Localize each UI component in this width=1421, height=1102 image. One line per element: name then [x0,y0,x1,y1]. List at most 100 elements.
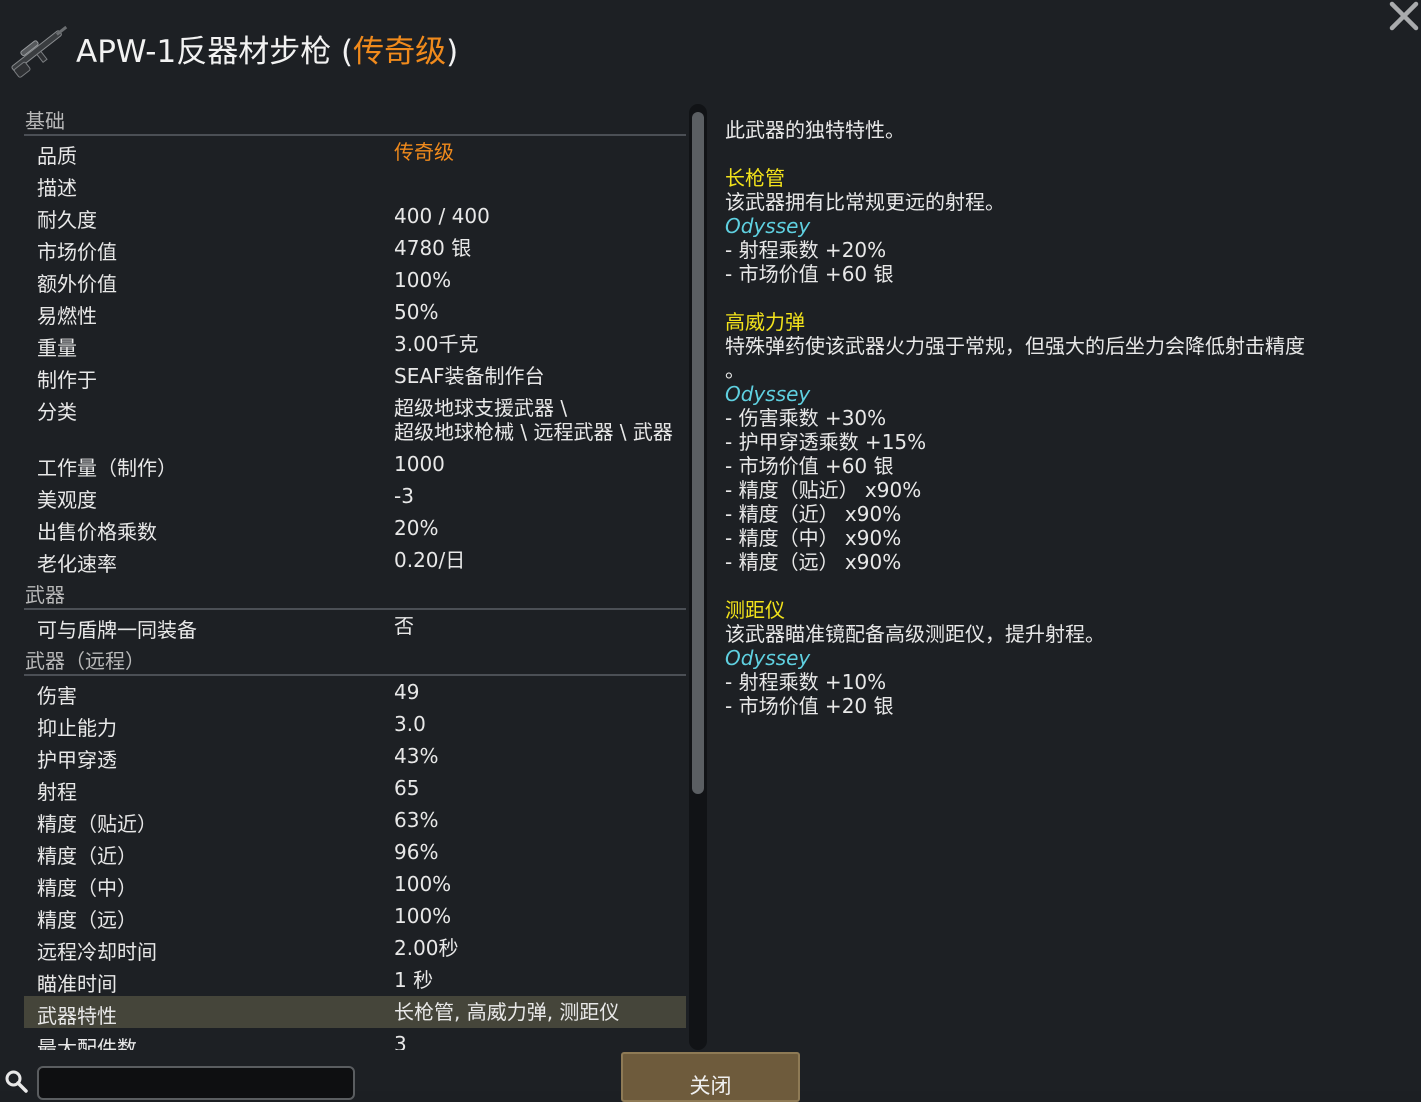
stat-label: 精度（中） [37,876,137,900]
title-main: APW-1反器材步枪 ( [76,34,354,70]
stat-value: 0.20/日 [394,548,465,572]
stat-value: 96% [394,840,438,864]
stat-label: 出售价格乘数 [37,520,157,544]
stat-value-line: SEAF装备制作台 [394,364,545,388]
stat-value-line: 100% [394,872,452,896]
trait-description: 该武器瞄准镜配备高级测距仪，提升射程。 [725,622,1105,646]
stat-label: 护甲穿透 [37,748,117,772]
stat-row[interactable]: 分类 超级地球支援武器 \ 超级地球枪械 \ 远程武器 \ 武器 [24,392,686,448]
stat-row[interactable]: 制作于 SEAF装备制作台 [24,360,686,392]
stat-row[interactable]: 额外价值 100% [24,264,686,296]
trait-modifier: - 市场价值 +20 银 [725,694,894,718]
stat-row[interactable]: 出售价格乘数 20% [24,512,686,544]
search-icon [5,1070,28,1093]
trait-modifier: - 精度（远） x90% [725,550,902,574]
trait-modifier: - 射程乘数 +10% [725,670,887,694]
stat-value-line: 20% [394,516,439,540]
stat-value: 否 [394,614,414,638]
stat-label: 瞄准时间 [37,972,117,996]
stats-list[interactable]: 基础品质 传奇级描述 耐久度 400 / 400 市场价值 4780 银额外价值 100% 易… [24,102,686,1050]
stat-value: 20% [394,516,438,540]
stat-row[interactable]: 远程冷却时间 2.00秒 [24,932,686,964]
stat-value: 100% [394,268,451,292]
category-label: 基础 [25,109,65,133]
stat-value: 50% [394,300,438,324]
stat-value: 3.00千克 [394,332,479,356]
stat-label: 制作于 [37,368,97,392]
stat-row[interactable]: 护甲穿透 43% [24,740,686,772]
stat-value-line: 2.00秒 [394,936,459,960]
stat-label: 描述 [37,176,77,200]
stat-row[interactable]: 易燃性 50% [24,296,686,328]
stats-scrollbar-thumb[interactable] [692,112,704,794]
trait-description: 特殊弹药使该武器火力强于常规，但强大的后坐力会降低射击精度 [725,334,1305,358]
stat-row[interactable]: 工作量（制作） 1000 [24,448,686,480]
stat-value-line: 1 秒 [394,968,434,992]
stat-label: 抑止能力 [37,716,117,740]
close-button[interactable]: 关闭 [621,1052,800,1102]
stat-row[interactable]: 精度（贴近） 63% [24,804,686,836]
stat-value: 65 [394,776,419,800]
stat-value: 43% [394,744,438,768]
trait-name: 高威力弹 [725,310,805,334]
stat-label: 精度（远） [37,908,137,932]
category-label: 武器（远程） [25,649,145,673]
stat-value: SEAF装备制作台 [394,364,545,388]
stat-label: 品质 [37,144,77,168]
trait-description: 该武器拥有比常规更远的射程。 [725,190,1005,214]
stat-value: -3 [394,484,414,508]
dialog-title: APW-1反器材步枪 (传奇级) [76,26,458,71]
stat-value-line: 1000 [394,452,445,476]
stat-row[interactable]: 精度（远） 100% [24,900,686,932]
stat-label: 最大配件数 [37,1036,137,1050]
stat-label: 精度（近） [37,844,137,868]
stat-row[interactable]: 抑止能力 3.0 [24,708,686,740]
stat-value-line: 传奇级 [394,140,454,164]
stat-value-line: 4780 银 [394,236,472,260]
stat-row[interactable]: 美观度 -3 [24,480,686,512]
trait-name: 测距仪 [725,598,785,622]
trait-modifier: - 伤害乘数 +30% [725,406,887,430]
stat-value: 传奇级 [394,140,454,164]
title-close-paren: ) [446,34,459,70]
search-input[interactable] [37,1066,355,1100]
stat-value-line: 超级地球枪械 \ 远程武器 \ 武器 [394,420,673,444]
stat-row[interactable]: 可与盾牌一同装备 否 [24,610,686,642]
close-icon[interactable] [1384,0,1421,34]
stat-label: 射程 [37,780,77,804]
stat-row[interactable]: 精度（中） 100% [24,868,686,900]
trait-modifier: - 市场价值 +60 银 [725,262,894,286]
stat-value-line: 49 [394,680,420,704]
stat-value: 4780 银 [394,236,471,260]
category-header: 武器 [24,576,686,610]
stat-row[interactable]: 老化速率 0.20/日 [24,544,686,576]
stat-value-line: -3 [394,484,414,508]
stat-row[interactable]: 描述 [24,168,686,200]
stat-row[interactable]: 耐久度 400 / 400 [24,200,686,232]
trait-modifier: - 市场价值 +60 银 [725,454,894,478]
stat-label: 易燃性 [37,304,97,328]
stat-value: 63% [394,808,438,832]
stat-label: 可与盾牌一同装备 [37,618,197,642]
stat-row[interactable]: 伤害 49 [24,676,686,708]
item-info-dialog: APW-1反器材步枪 (传奇级) 基础品质 传奇级描述 耐久度 400 / 400 市场… [0,0,1421,1102]
trait-name: 长枪管 [725,166,785,190]
stat-row[interactable]: 市场价值 4780 银 [24,232,686,264]
stat-label: 武器特性 [37,1004,117,1028]
stat-label: 额外价值 [37,272,117,296]
stat-value: 2.00秒 [394,936,459,960]
stat-row[interactable]: 最大配件数 3 [24,1028,686,1050]
stat-row[interactable]: 瞄准时间 1 秒 [24,964,686,996]
stat-label: 美观度 [37,488,97,512]
stat-label: 工作量（制作） [37,456,177,480]
trait-modifier: - 精度（贴近） x90% [725,478,922,502]
stat-row[interactable]: 重量 3.00千克 [24,328,686,360]
stat-value-line: 96% [394,840,439,864]
stat-label: 分类 [37,400,77,424]
stat-row[interactable]: 射程 65 [24,772,686,804]
close-button-label: 关闭 [689,1074,732,1098]
stat-row[interactable]: 武器特性 长枪管, 高威力弹, 测距仪 [24,996,686,1028]
stat-row[interactable]: 品质 传奇级 [24,136,686,168]
stat-row[interactable]: 精度（近） 96% [24,836,686,868]
